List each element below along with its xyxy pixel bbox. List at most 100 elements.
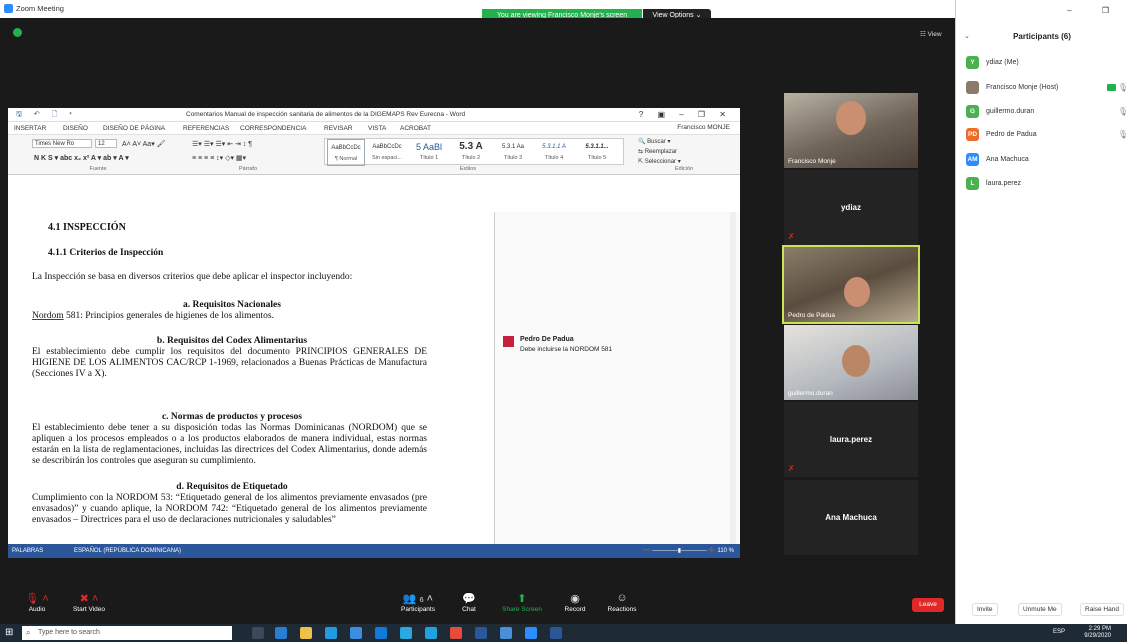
alignment-icons[interactable]: ≡ ≡ ≡ ≡ ↕▾ ◇▾ ▦▾ — [192, 154, 246, 162]
section-b-title: b. Requisitos del Codex Alimentarius — [156, 336, 308, 346]
participant-row[interactable]: PD Pedro de Padua 🎙 — [966, 128, 1127, 142]
word-count[interactable]: PALABRAS — [12, 548, 43, 554]
chrome-icon[interactable] — [450, 627, 462, 639]
windows-start-icon[interactable]: ⊞ — [5, 627, 13, 638]
muted-mic-icon: ✗ — [788, 464, 795, 473]
edge-icon[interactable] — [350, 627, 362, 639]
style-titulo-5[interactable]: 5.3.1.1... Título 5 — [575, 139, 619, 166]
word-doc-taskbar-icon[interactable] — [550, 627, 562, 639]
participant-row[interactable]: AM Ana Machuca — [966, 153, 1126, 167]
avatar: L — [966, 177, 979, 190]
store-icon[interactable] — [325, 627, 337, 639]
record-button[interactable]: ◉ Record — [550, 592, 600, 613]
style-sin-espaciado[interactable]: AaBbCcDc Sin espaci... — [367, 139, 407, 166]
video-tile-ydiaz[interactable]: ydiaz ✗ — [784, 170, 918, 245]
tab-acrobat[interactable]: ACROBAT — [400, 125, 431, 132]
tab-referencias[interactable]: REFERENCIAS — [183, 125, 229, 132]
participant-name: Pedro de Padua — [986, 131, 1037, 138]
muted-mic-icon: 🎙 ˄ — [25, 593, 49, 605]
meeting-toolbar: 🎙 ˄ Audio ✖ ˄ Start Video 👥 6 ˄ Participant… — [0, 588, 955, 624]
quick-access-icons[interactable]: 🖫 ↶ 🗋 ▾ — [16, 110, 77, 121]
participant-row[interactable]: Y ydiaz (Me) — [966, 56, 1126, 70]
app-icon[interactable] — [400, 627, 412, 639]
photos-icon[interactable] — [500, 627, 512, 639]
style-normal[interactable]: AaBbCcDc ¶ Normal — [327, 139, 365, 166]
style-titulo-1[interactable]: 5 AaBl Título 1 — [409, 139, 449, 166]
participants-count: 6 — [419, 597, 424, 604]
tab-diseno[interactable]: DISEÑO — [63, 125, 88, 132]
task-view-icon[interactable] — [252, 627, 264, 639]
leave-button[interactable]: Leave — [912, 598, 944, 612]
reactions-button[interactable]: ☺ Reactions — [597, 592, 647, 613]
word-user-account[interactable]: Francisco MONJE — [677, 124, 730, 131]
tab-insertar[interactable]: INSERTAR — [14, 125, 46, 132]
audio-button[interactable]: 🎙 ˄ Audio — [12, 592, 62, 613]
video-tile-ana[interactable]: Ana Machuca — [784, 480, 918, 555]
raise-hand-button[interactable]: Raise Hand — [1080, 603, 1124, 616]
tab-correspondencia[interactable]: CORRESPONDENCIA — [240, 125, 306, 132]
tile-name: Ana Machuca — [825, 513, 877, 522]
style-titulo-2[interactable]: 5.3 A Título 2 — [451, 139, 491, 166]
tile-name: Pedro de Padua — [788, 312, 835, 319]
unmute-me-button[interactable]: Unmute Me — [1018, 603, 1062, 616]
tab-revisar[interactable]: REVISAR — [324, 125, 353, 132]
tile-name: Francisco Monje — [788, 158, 836, 165]
shared-word-window[interactable]: 🖫 ↶ 🗋 ▾ Comentarios Manual de inspección… — [8, 108, 740, 558]
share-screen-button[interactable]: ⬆ Share Screen — [497, 592, 547, 613]
zoom-logo-icon — [4, 4, 13, 13]
font-grow-shrink-icons[interactable]: A˄ A˅ Aa▾ 🖌 — [122, 140, 166, 148]
video-on-icon — [1107, 84, 1116, 91]
zoom-level[interactable]: ➖ ──────▮────── ➕ 110 % — [643, 544, 734, 558]
encryption-shield-icon[interactable] — [13, 28, 22, 37]
word-taskbar-icon[interactable] — [475, 627, 487, 639]
zoom-taskbar-icon[interactable] — [525, 627, 537, 639]
participants-button[interactable]: 👥 6 ˄ Participants — [388, 592, 448, 613]
section-d-text: Cumplimiento con la NORDOM 53: “Etiqueta… — [32, 493, 427, 525]
participant-name: Francisco Monje (Host) — [986, 84, 1059, 91]
taskbar-clock[interactable]: 2:29 PM 9/29/2020 — [1084, 626, 1111, 640]
style-titulo-4[interactable]: 5.3.1.1 A Título 4 — [533, 139, 575, 166]
file-explorer-icon[interactable] — [275, 627, 287, 639]
tile-name: guillermo.duran — [788, 390, 833, 397]
video-tile-laura[interactable]: laura.perez ✗ — [784, 402, 918, 477]
gallery-view-button[interactable]: ☷ View — [920, 30, 942, 38]
tab-vista[interactable]: VISTA — [368, 125, 386, 132]
outlook-icon[interactable] — [375, 627, 387, 639]
share-label: Share Screen — [502, 606, 542, 613]
chat-button[interactable]: 💬 Chat — [444, 592, 494, 613]
font-name-field[interactable]: Times New Ro — [32, 139, 92, 148]
participant-row[interactable]: L laura.perez — [966, 177, 1126, 191]
zoom-window-controls[interactable]: – ❐ — [1067, 6, 1123, 15]
comment-author-icon — [503, 336, 514, 347]
invite-button[interactable]: Invite — [972, 603, 998, 616]
tray-language[interactable]: ESP — [1053, 629, 1065, 635]
language-indicator[interactable]: ESPAÑOL (REPÚBLICA DOMINICANA) — [74, 544, 181, 558]
folder-icon[interactable] — [300, 627, 312, 639]
document-page[interactable]: 4.1 INSPECCIÓN 4.1.1 Criterios de Inspec… — [32, 212, 496, 544]
intro-paragraph: La Inspección se basa en diversos criter… — [32, 272, 353, 282]
select-button[interactable]: ⇱ Seleccionar ▾ — [638, 158, 681, 165]
style-titulo-3[interactable]: 5.3.1 Aa Título 3 — [493, 139, 533, 166]
paragraph-group-label: Párrafo — [238, 166, 258, 172]
replace-button[interactable]: ⇆ Reemplazar — [638, 148, 677, 155]
nordom-link: Nordom — [32, 311, 64, 321]
video-tile-pedro[interactable]: Pedro de Padua — [782, 245, 920, 324]
participants-icon: 👥 6 ˄ — [402, 593, 434, 605]
font-size-field[interactable]: 12 — [95, 139, 117, 148]
list-icons[interactable]: ☰▾ ☰▾ ☰▾ ⇤ ⇥ ↕ ¶ — [192, 140, 252, 148]
styles-gallery: AaBbCcDc ¶ Normal AaBbCcDc Sin espaci... 5… — [324, 138, 624, 166]
participants-title: Participants (6) — [1013, 32, 1071, 41]
tab-diseno-pagina[interactable]: DISEÑO DE PÁGINA — [103, 125, 165, 132]
taskbar-search-input[interactable]: ⌕ Type here to search — [22, 626, 232, 640]
start-video-button[interactable]: ✖ ˄ Start Video — [64, 592, 114, 613]
video-tile-guillermo[interactable]: guillermo.duran — [784, 325, 918, 400]
participant-row[interactable]: Francisco Monje (Host) 🎙 — [966, 81, 1127, 95]
record-label: Record — [564, 606, 586, 613]
video-tile-francisco[interactable]: Francisco Monje — [784, 93, 918, 168]
vertical-scrollbar[interactable] — [730, 212, 736, 544]
find-button[interactable]: 🔍 Buscar ▾ — [638, 138, 671, 145]
word-window-controls[interactable]: ? ▣ – ❐ ✕ — [639, 110, 732, 119]
skype-icon[interactable] — [425, 627, 437, 639]
text-format-icons[interactable]: N K S ▾ abc x₂ x² A ▾ ab ▾ A ▾ — [34, 154, 129, 162]
participant-row[interactable]: G guillermo.duran 🎙 — [966, 105, 1127, 119]
